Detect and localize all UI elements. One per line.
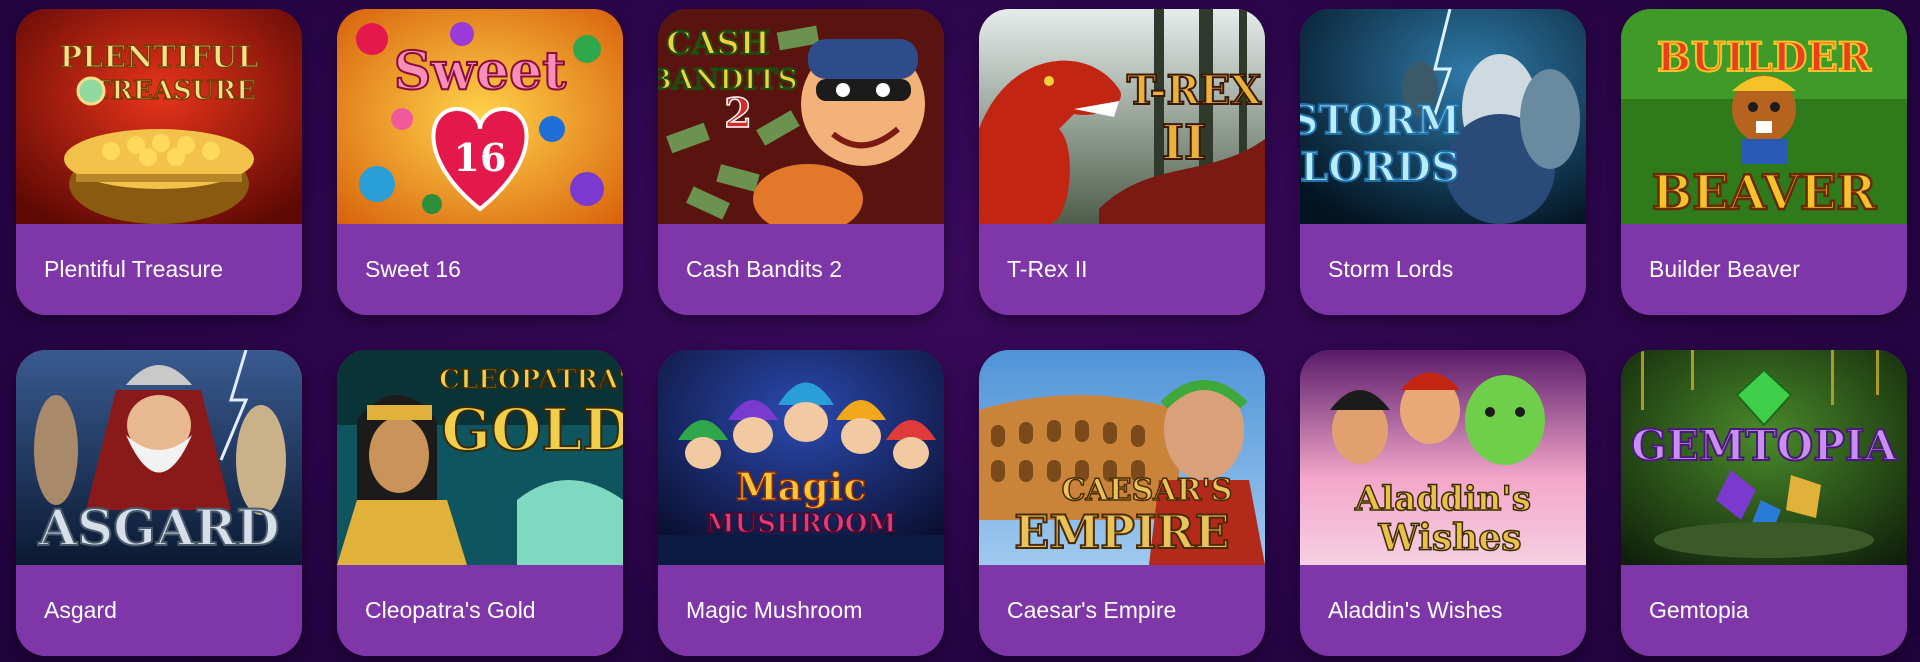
game-title-asgard[interactable]: Asgard [44, 596, 117, 624]
thumb-logo-line2: EMPIRE [1014, 505, 1229, 559]
game-title-plentiful-treasure[interactable]: Plentiful Treasure [44, 255, 223, 283]
game-label-bar: Builder Beaver [1621, 224, 1907, 315]
game-title-builder-beaver[interactable]: Builder Beaver [1649, 255, 1800, 283]
cash-bandits-2-artwork: CASH BANDITS 2 [658, 9, 944, 224]
thumb-logo-line2: LORDS [1300, 144, 1460, 191]
sweet-16-artwork: Sweet 16 [337, 9, 623, 224]
game-title-cleopatras-gold[interactable]: Cleopatra's Gold [365, 596, 536, 624]
game-thumbnail-storm-lords[interactable]: STORM LORDS [1300, 9, 1586, 224]
game-card-sweet-16[interactable]: Sweet 16 Sweet 16 [337, 9, 623, 315]
thumb-logo-line1: Sweet [394, 41, 567, 102]
thumb-logo-line1: BUILDER [1657, 34, 1872, 81]
thumb-logo-line2: 16 [454, 135, 507, 180]
game-card-builder-beaver[interactable]: BUILDER BEAVER Builder Beaver [1621, 9, 1907, 315]
thumb-logo-line1: CLEOPATRA'S [439, 365, 623, 395]
game-label-bar: T-Rex II [979, 224, 1265, 315]
game-label-bar: Gemtopia [1621, 565, 1907, 656]
game-label-bar: Cash Bandits 2 [658, 224, 944, 315]
thumb-logo-line1: Magic [736, 464, 867, 509]
game-card-plentiful-treasure[interactable]: PLENTIFUL TREASURE Plentiful Treasure [16, 9, 302, 315]
caesars-empire-artwork: CAESAR'S EMPIRE [979, 350, 1265, 565]
thumb-logo-line1: STORM [1300, 97, 1461, 144]
game-card-cash-bandits-2[interactable]: CASH BANDITS 2 Cash Bandits 2 [658, 9, 944, 315]
game-card-aladdins-wishes[interactable]: Aladdin's Wishes Aladdin's Wishes [1300, 350, 1586, 656]
storm-lords-artwork: STORM LORDS [1300, 9, 1586, 224]
thumb-logo-line2: Wishes [1377, 517, 1521, 559]
game-thumbnail-gemtopia[interactable]: GEMTOPIA [1621, 350, 1907, 565]
builder-beaver-artwork: BUILDER BEAVER [1621, 9, 1907, 224]
game-label-bar: Sweet 16 [337, 224, 623, 315]
game-thumbnail-plentiful-treasure[interactable]: PLENTIFUL TREASURE [16, 9, 302, 224]
game-thumbnail-cleopatras-gold[interactable]: CLEOPATRA'S GOLD [337, 350, 623, 565]
game-thumbnail-magic-mushroom[interactable]: Magic MUSHROOM [658, 350, 944, 565]
game-thumbnail-aladdins-wishes[interactable]: Aladdin's Wishes [1300, 350, 1586, 565]
thumb-logo-line2: GOLD [441, 396, 623, 464]
game-thumbnail-cash-bandits-2[interactable]: CASH BANDITS 2 [658, 9, 944, 224]
game-title-cash-bandits-2[interactable]: Cash Bandits 2 [686, 255, 842, 283]
game-thumbnail-asgard[interactable]: ASGARD [16, 350, 302, 565]
thumb-logo-line2: BEAVER [1652, 165, 1878, 221]
game-thumbnail-t-rex-ii[interactable]: T-REX II [979, 9, 1265, 224]
game-label-bar: Magic Mushroom [658, 565, 944, 656]
game-label-bar: Caesar's Empire [979, 565, 1265, 656]
game-thumbnail-sweet-16[interactable]: Sweet 16 [337, 9, 623, 224]
thumb-logo-line1: CAESAR'S [1062, 473, 1233, 508]
game-card-t-rex-ii[interactable]: T-REX II T-Rex II [979, 9, 1265, 315]
game-label-bar: Cleopatra's Gold [337, 565, 623, 656]
game-thumbnail-builder-beaver[interactable]: BUILDER BEAVER [1621, 9, 1907, 224]
game-card-storm-lords[interactable]: STORM LORDS Storm Lords [1300, 9, 1586, 315]
thumb-logo-line2: II [1162, 115, 1207, 171]
asgard-artwork: ASGARD [16, 350, 302, 565]
cleopatras-gold-artwork: CLEOPATRA'S GOLD [337, 350, 623, 565]
thumb-logo-line1: T-REX [1127, 67, 1262, 114]
game-title-sweet-16[interactable]: Sweet 16 [365, 255, 461, 283]
thumb-logo-line3: 2 [724, 90, 752, 137]
game-title-storm-lords[interactable]: Storm Lords [1328, 255, 1453, 283]
game-card-gemtopia[interactable]: GEMTOPIA Gemtopia [1621, 350, 1907, 656]
game-label-bar: Plentiful Treasure [16, 224, 302, 315]
game-card-caesars-empire[interactable]: CAESAR'S EMPIRE Caesar's Empire [979, 350, 1265, 656]
thumb-logo-line1: GEMTOPIA [1631, 421, 1898, 470]
thumb-logo-line1: PLENTIFUL [60, 40, 259, 75]
game-title-t-rex-ii[interactable]: T-Rex II [1007, 255, 1088, 283]
game-title-caesars-empire[interactable]: Caesar's Empire [1007, 596, 1176, 624]
magic-mushroom-artwork: Magic MUSHROOM [658, 350, 944, 565]
game-card-magic-mushroom[interactable]: Magic MUSHROOM Magic Mushroom [658, 350, 944, 656]
aladdins-wishes-artwork: Aladdin's Wishes [1300, 350, 1586, 565]
game-title-magic-mushroom[interactable]: Magic Mushroom [686, 596, 862, 624]
game-grid: PLENTIFUL TREASURE Plentiful Treasure Sw… [16, 9, 1907, 656]
game-label-bar: Aladdin's Wishes [1300, 565, 1586, 656]
plentiful-treasure-artwork: PLENTIFUL TREASURE [16, 9, 302, 224]
game-label-bar: Storm Lords [1300, 224, 1586, 315]
game-thumbnail-caesars-empire[interactable]: CAESAR'S EMPIRE [979, 350, 1265, 565]
thumb-logo-line1: CASH [666, 24, 770, 62]
game-label-bar: Asgard [16, 565, 302, 656]
game-card-cleopatras-gold[interactable]: CLEOPATRA'S GOLD Cleopatra's Gold [337, 350, 623, 656]
game-card-asgard[interactable]: ASGARD Asgard [16, 350, 302, 656]
game-title-gemtopia[interactable]: Gemtopia [1649, 596, 1749, 624]
thumb-logo-line1: Aladdin's [1354, 479, 1531, 519]
game-title-aladdins-wishes[interactable]: Aladdin's Wishes [1328, 596, 1502, 624]
t-rex-ii-artwork: T-REX II [979, 9, 1265, 224]
thumb-logo-line1: ASGARD [37, 498, 279, 557]
thumb-logo-line2: TREASURE [92, 76, 256, 106]
gemtopia-artwork: GEMTOPIA [1621, 350, 1907, 565]
thumb-logo-line2: MUSHROOM [706, 509, 896, 539]
